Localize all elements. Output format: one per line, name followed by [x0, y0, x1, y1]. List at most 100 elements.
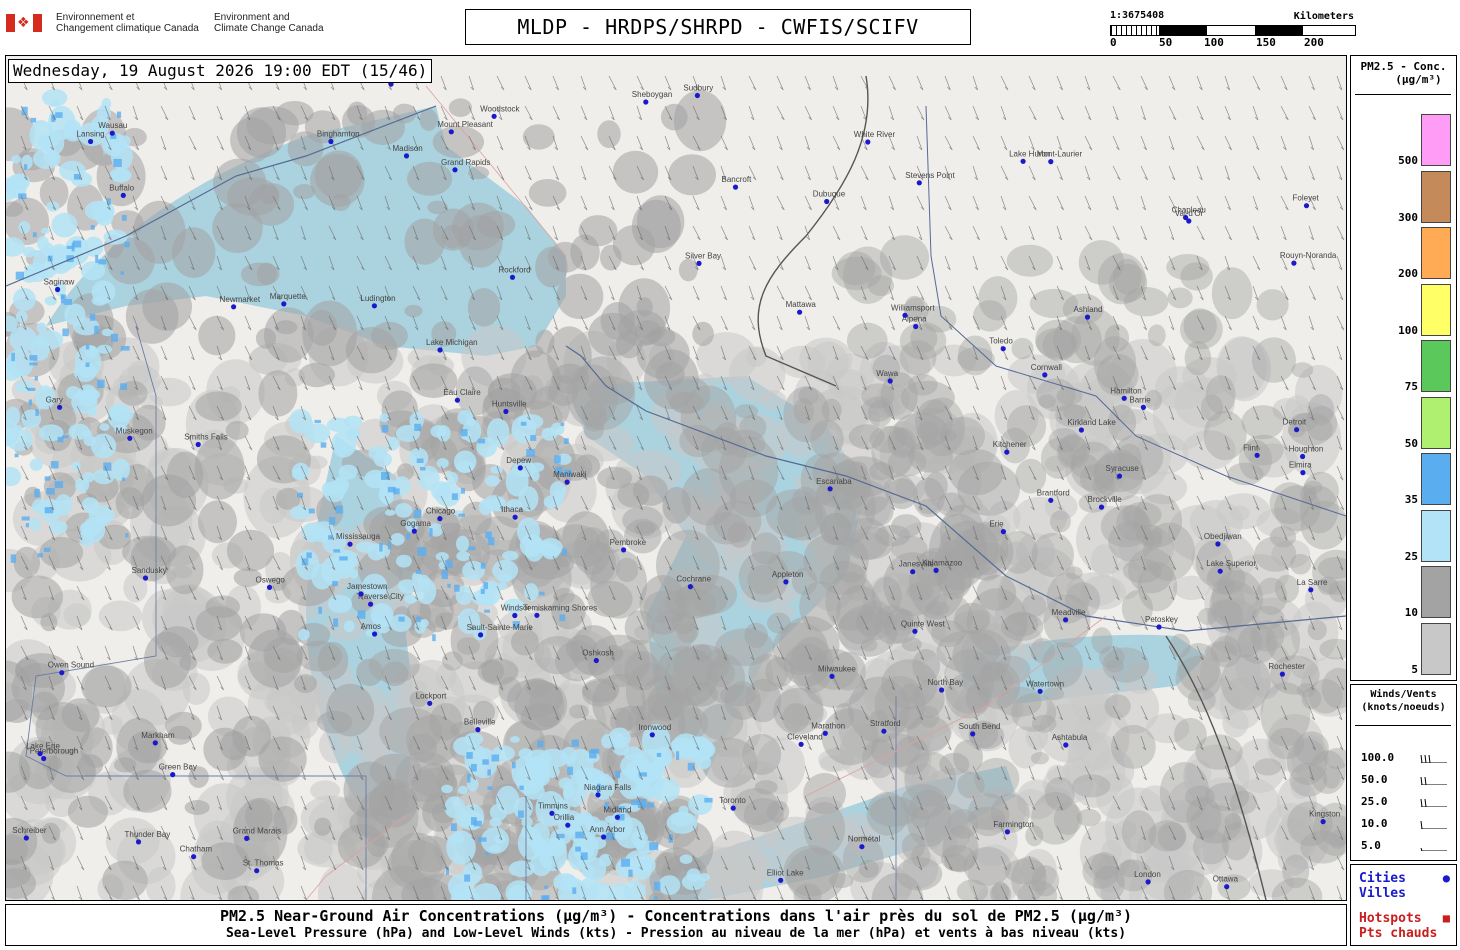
city-label: Binghamton — [317, 130, 360, 139]
pm25-concentration-cell — [85, 362, 90, 367]
pm25-concentration-patch — [496, 785, 520, 815]
city-marker — [1098, 504, 1105, 510]
wind-legend-title: Winds/Vents (knots/noeuds) — [1351, 688, 1456, 714]
pm25-concentration-cell — [381, 424, 389, 433]
pm25-concentration-patch — [481, 659, 504, 683]
pm25-concentration-patch — [456, 551, 471, 562]
pm25-concentration-cell — [387, 541, 392, 550]
pm25-concentration-patch — [68, 423, 90, 440]
city-label: Thunder Bay — [125, 830, 171, 839]
pm25-concentration-cell — [121, 215, 127, 221]
footer-caption: PM2.5 Near-Ground Air Concentrations (µg… — [5, 904, 1347, 946]
city-label: Lake Erie — [26, 742, 60, 751]
city-label: Sandusky — [132, 566, 167, 575]
pm25-concentration-cell — [35, 409, 39, 416]
city-label: Meadville — [1052, 608, 1086, 617]
city-marker — [403, 153, 410, 159]
city-label: Cornwall — [1031, 363, 1062, 372]
pm25-concentration-patch — [490, 465, 503, 474]
pm25-swatch — [1421, 170, 1451, 223]
pm25-concentration-patch — [489, 817, 502, 828]
city-marker — [798, 741, 804, 747]
pm25-concentration-cell — [487, 786, 493, 790]
pm25-concentration-cell — [468, 546, 476, 551]
pm25-concentration-cell — [11, 352, 15, 362]
city-label: Marquette — [270, 292, 307, 301]
pm25-concentration-patch — [39, 537, 84, 569]
city-marker — [881, 728, 887, 734]
pm25-concentration-patch — [1004, 858, 1047, 885]
city-label: Lockport — [416, 691, 447, 700]
pm25-concentration-cell — [580, 852, 588, 860]
pm25-concentration-patch — [518, 748, 533, 760]
pm25-concentration-cell — [124, 241, 130, 248]
pm25-concentration-cell — [441, 570, 448, 580]
pm25-concentration-patch — [64, 303, 86, 326]
pm25-concentration-patch — [71, 461, 81, 472]
city-marker — [142, 575, 149, 581]
pm25-concentration-patch — [705, 512, 748, 545]
pm25-concentration-cell — [415, 570, 422, 574]
city-label: Ithaca — [501, 505, 523, 514]
pm25-concentration-patch — [51, 212, 78, 238]
pm25-concentration-patch — [624, 518, 662, 554]
pm25-concentration-patch — [227, 177, 280, 216]
city-marker — [783, 579, 789, 585]
city-marker — [732, 184, 739, 190]
pm25-concentration-cell — [406, 533, 410, 540]
pm25-concentration-patch — [1000, 612, 1044, 641]
city-marker — [109, 130, 115, 136]
city-marker — [88, 138, 94, 145]
pm25-concentration-patch — [327, 594, 353, 614]
pm25-concentration-patch — [13, 546, 41, 579]
pm25-legend: PM2.5 - Conc. (µg/m³) 500 300 200 100 75 50 35… — [1350, 55, 1457, 681]
pm25-concentration-patch — [116, 717, 161, 776]
pm25-concentration-cell — [120, 383, 127, 390]
cities-label-line2: Villes — [1359, 886, 1406, 901]
pm25-concentration-cell — [32, 232, 37, 238]
city-label: Belleville — [464, 718, 496, 727]
pm25-concentration-patch — [524, 583, 539, 602]
city-label: Niagara Falls — [584, 783, 631, 792]
pm25-level-value: 500 — [1398, 154, 1418, 167]
city-marker — [512, 612, 518, 619]
wind-legend-title-line1: Winds/Vents — [1370, 689, 1437, 700]
city-marker — [37, 751, 43, 757]
pm25-concentration-patch — [511, 628, 539, 656]
pm25-concentration-patch — [43, 242, 54, 255]
pm25-concentration-patch — [207, 638, 243, 664]
pm25-concentration-cell — [329, 517, 336, 525]
city-label: Saginaw — [44, 278, 75, 287]
pm25-concentration-cell — [631, 800, 640, 806]
pm25-concentration-cell — [615, 770, 621, 778]
pm25-level-value: 25 — [1404, 549, 1418, 563]
pm25-level-value: 5 — [1411, 662, 1418, 676]
scale-tick-50: 50 — [1159, 36, 1173, 49]
pm25-concentration-patch — [1195, 734, 1243, 770]
city-label: Muskegon — [116, 426, 153, 435]
pm25-concentration-patch — [1209, 580, 1258, 629]
city-marker — [621, 547, 627, 553]
cities-label-line1: Cities — [1359, 871, 1406, 886]
pm25-concentration-cell — [482, 759, 489, 765]
pm25-concentration-cell — [621, 858, 630, 867]
city-label: Owen Sound — [48, 661, 94, 670]
pm25-concentration-patch — [940, 416, 986, 456]
city-marker — [254, 868, 260, 874]
city-marker — [827, 486, 833, 492]
pm25-concentration-patch — [88, 505, 115, 525]
pm25-concentration-cell — [519, 785, 524, 790]
city-label: Windsor — [501, 604, 531, 613]
pm25-concentration-patch — [1307, 394, 1335, 426]
pm25-concentration-patch — [368, 446, 388, 460]
pm25-concentration-cell — [484, 609, 490, 613]
city-marker — [1042, 372, 1048, 378]
pm25-concentration-patch — [519, 533, 544, 557]
pm25-concentration-patch — [40, 227, 50, 234]
forecast-map[interactable]: Schreiber Marathon White River Wawa Chapleau… — [5, 55, 1347, 901]
pm25-concentration-patch — [803, 801, 846, 856]
city-marker — [1000, 529, 1007, 535]
city-label: Gary — [46, 395, 63, 404]
city-marker — [1308, 587, 1314, 593]
scale-tick-150: 150 — [1256, 36, 1276, 49]
